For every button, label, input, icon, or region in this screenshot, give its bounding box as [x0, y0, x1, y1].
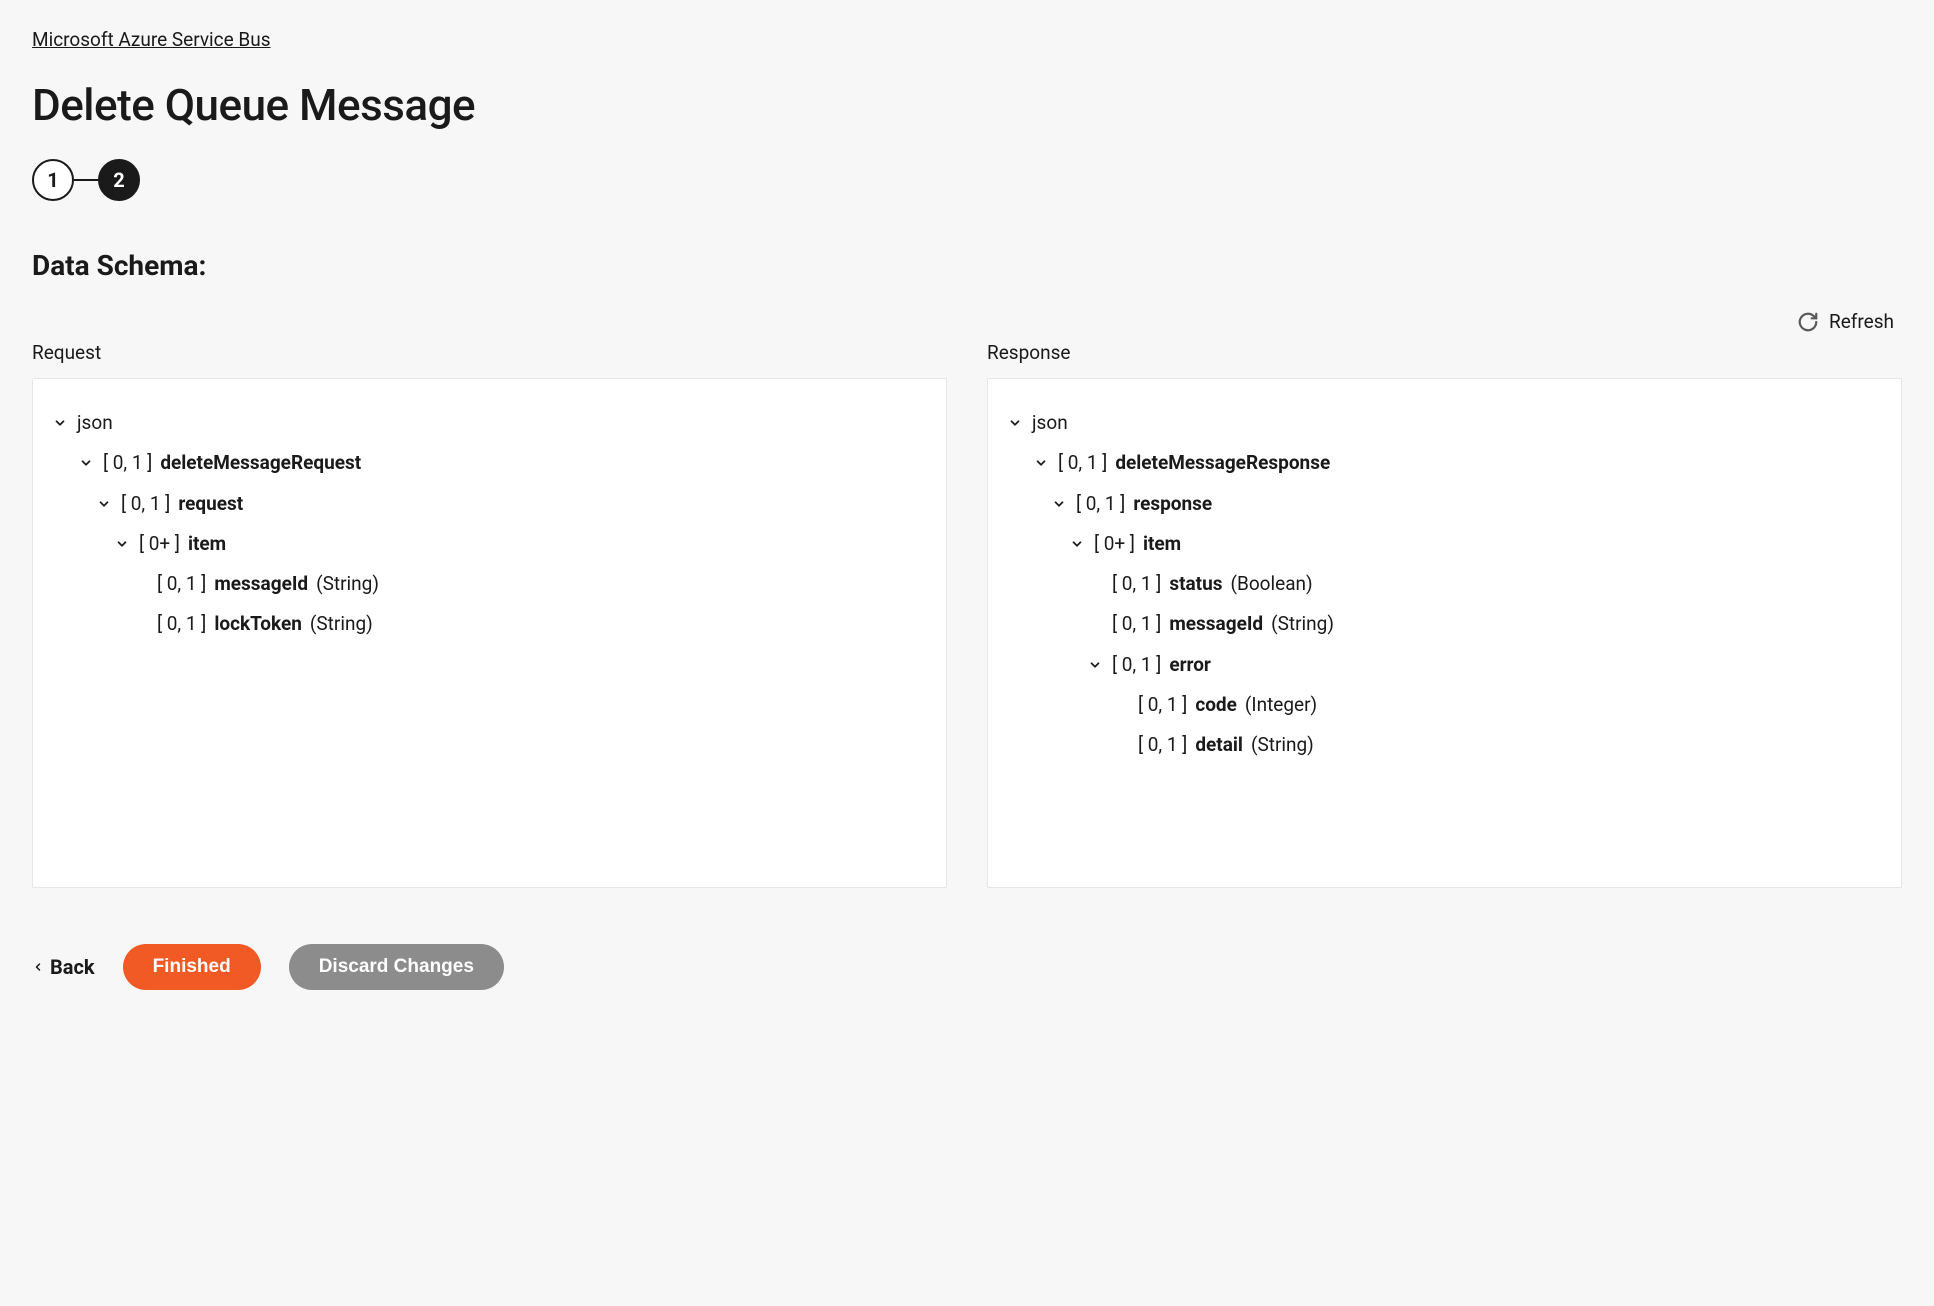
tree-row[interactable]: [ 0, 1 ] messageId (String)	[51, 564, 928, 604]
node-cardinality: [ 0, 1 ]	[1112, 649, 1161, 681]
node-name: error	[1169, 649, 1211, 681]
tree-row[interactable]: [ 0+ ] item	[1006, 524, 1883, 564]
back-button[interactable]: Back	[32, 955, 95, 979]
chevron-left-icon	[32, 961, 44, 973]
chevron-down-icon	[1032, 454, 1050, 472]
section-title: Data Schema:	[32, 249, 1902, 282]
node-name: item	[1143, 528, 1181, 560]
page-title: Delete Queue Message	[32, 79, 1902, 131]
node-cardinality: [ 0, 1 ]	[1058, 447, 1107, 479]
node-name: detail	[1195, 729, 1243, 761]
node-cardinality: [ 0, 1 ]	[121, 488, 170, 520]
tree-row[interactable]: [ 0+ ] item	[51, 524, 928, 564]
tree-row[interactable]: [ 0, 1 ] messageId (String)	[1006, 604, 1883, 644]
node-cardinality: [ 0, 1 ]	[103, 447, 152, 479]
chevron-down-icon	[1068, 535, 1086, 553]
request-column-label: Request	[32, 341, 947, 364]
back-label: Back	[50, 955, 95, 979]
node-type: (Boolean)	[1231, 568, 1313, 600]
finished-button[interactable]: Finished	[123, 944, 261, 990]
node-name: status	[1169, 568, 1222, 600]
node-name: messageId	[1169, 608, 1263, 640]
tree-row[interactable]: [ 0, 1 ] response	[1006, 484, 1883, 524]
node-cardinality: [ 0, 1 ]	[1112, 568, 1161, 600]
tree-row[interactable]: [ 0, 1 ] code (Integer)	[1006, 685, 1883, 725]
response-column-label: Response	[987, 341, 1902, 364]
node-name: lockToken	[214, 608, 302, 640]
schema-columns: Request json [ 0, 1 ] deleteMessageReque…	[32, 341, 1902, 888]
node-label: json	[1032, 407, 1068, 439]
request-tree-panel: json [ 0, 1 ] deleteMessageRequest [ 0, …	[32, 378, 947, 888]
refresh-icon	[1797, 311, 1819, 333]
response-tree-panel: json [ 0, 1 ] deleteMessageResponse [ 0,…	[987, 378, 1902, 888]
node-name: response	[1133, 488, 1212, 520]
tree-row[interactable]: json	[1006, 403, 1883, 443]
step-1[interactable]: 1	[32, 159, 74, 201]
refresh-label: Refresh	[1829, 310, 1894, 333]
node-cardinality: [ 0, 1 ]	[157, 568, 206, 600]
request-column: Request json [ 0, 1 ] deleteMessageReque…	[32, 341, 947, 888]
tree-row[interactable]: [ 0, 1 ] detail (String)	[1006, 725, 1883, 765]
chevron-down-icon	[51, 414, 69, 432]
refresh-row: Refresh	[32, 310, 1902, 333]
tree-row[interactable]: [ 0, 1 ] request	[51, 484, 928, 524]
node-type: (Integer)	[1245, 689, 1317, 721]
tree-row[interactable]: json	[51, 403, 928, 443]
chevron-down-icon	[77, 454, 95, 472]
breadcrumb-link[interactable]: Microsoft Azure Service Bus	[32, 28, 271, 51]
node-type: (String)	[310, 608, 373, 640]
node-cardinality: [ 0, 1 ]	[1138, 729, 1187, 761]
chevron-down-icon	[1006, 414, 1024, 432]
step-connector	[74, 179, 98, 181]
response-column: Response json [ 0, 1 ] deleteMessageResp…	[987, 341, 1902, 888]
node-cardinality: [ 0+ ]	[1094, 528, 1135, 560]
refresh-button[interactable]: Refresh	[1797, 310, 1894, 333]
node-cardinality: [ 0, 1 ]	[1076, 488, 1125, 520]
chevron-down-icon	[1050, 495, 1068, 513]
chevron-down-icon	[113, 535, 131, 553]
tree-row[interactable]: [ 0, 1 ] deleteMessageResponse	[1006, 443, 1883, 483]
node-cardinality: [ 0, 1 ]	[1112, 608, 1161, 640]
node-cardinality: [ 0, 1 ]	[1138, 689, 1187, 721]
tree-row[interactable]: [ 0, 1 ] error	[1006, 645, 1883, 685]
stepper: 1 2	[32, 159, 1902, 201]
tree-row[interactable]: [ 0, 1 ] status (Boolean)	[1006, 564, 1883, 604]
tree-row[interactable]: [ 0, 1 ] lockToken (String)	[51, 604, 928, 644]
node-name: messageId	[214, 568, 308, 600]
footer: Back Finished Discard Changes	[32, 944, 1902, 990]
node-label: json	[77, 407, 113, 439]
node-type: (String)	[316, 568, 379, 600]
node-cardinality: [ 0, 1 ]	[157, 608, 206, 640]
chevron-down-icon	[1086, 656, 1104, 674]
node-name: deleteMessageRequest	[160, 447, 361, 479]
node-type: (String)	[1271, 608, 1334, 640]
step-2[interactable]: 2	[98, 159, 140, 201]
chevron-down-icon	[95, 495, 113, 513]
node-type: (String)	[1251, 729, 1314, 761]
node-cardinality: [ 0+ ]	[139, 528, 180, 560]
discard-changes-button[interactable]: Discard Changes	[289, 944, 504, 990]
node-name: item	[188, 528, 226, 560]
node-name: request	[178, 488, 243, 520]
node-name: code	[1195, 689, 1237, 721]
tree-row[interactable]: [ 0, 1 ] deleteMessageRequest	[51, 443, 928, 483]
node-name: deleteMessageResponse	[1115, 447, 1330, 479]
